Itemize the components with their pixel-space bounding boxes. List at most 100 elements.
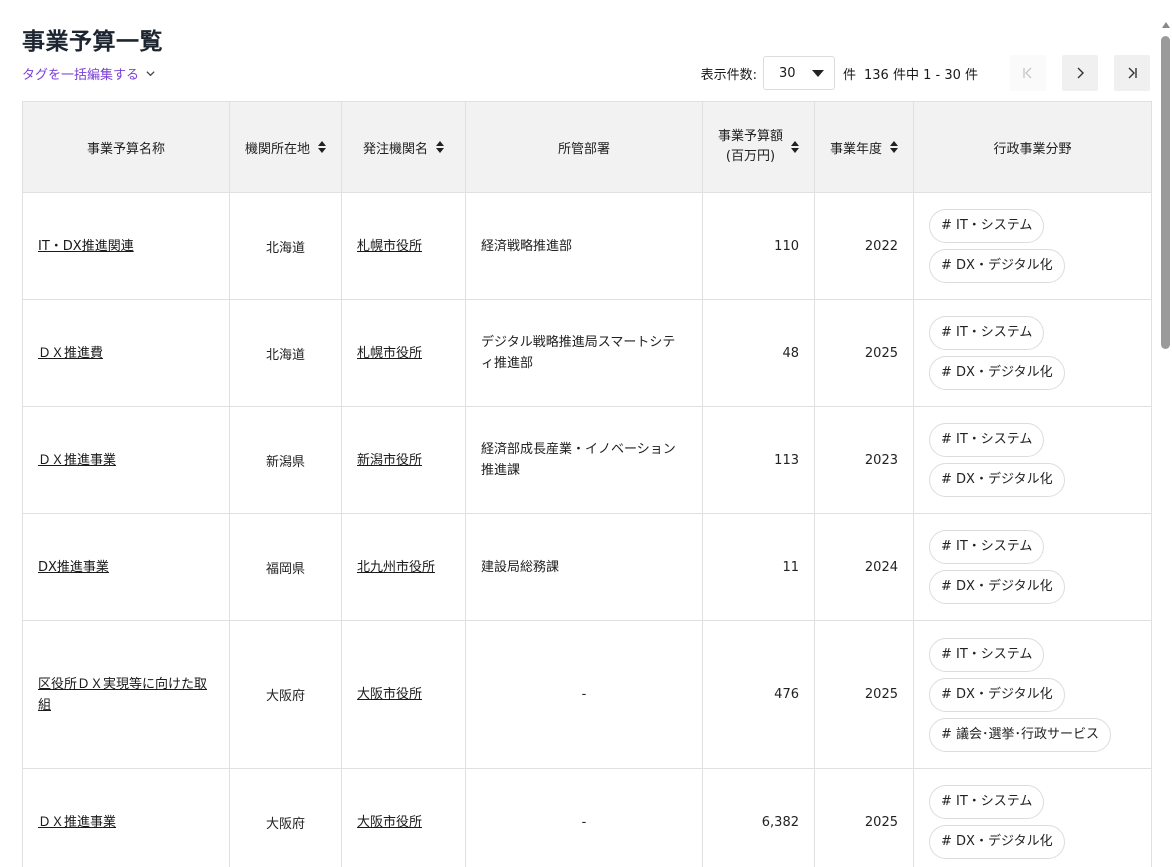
cell-dept: 経済部成長産業・イノベーション推進課 — [465, 406, 703, 514]
header-dept: 所管部署 — [465, 101, 703, 193]
cell-location: 北海道 — [229, 192, 342, 300]
cell-location: 新潟県 — [229, 406, 342, 514]
cell-location: 北海道 — [229, 299, 342, 407]
table-row: ＤＸ推進事業 大阪府 大阪市役所 -6,382 2025 # IT・システム # DX・デジ… — [22, 768, 1152, 867]
tag-list: # IT・システム # DX・デジタル化 — [929, 301, 1136, 405]
cell-dept: 経済戦略推進部 — [465, 192, 703, 300]
field-tag[interactable]: # 議会･選挙･行政サービス — [929, 717, 1112, 752]
header-year[interactable]: 事業年度 — [814, 101, 914, 193]
budget-name-link[interactable]: ＤＸ推進事業 — [38, 453, 116, 468]
field-tag[interactable]: # IT・システム — [929, 530, 1045, 564]
cell-amount: 113 — [702, 406, 815, 514]
budget-name-link[interactable]: 区役所ＤＸ実現等に向けた取組 — [38, 677, 207, 713]
bulk-edit-label: タグを一括編集する — [22, 68, 140, 83]
last-page-icon — [1128, 67, 1137, 79]
field-tag[interactable]: # IT・システム — [929, 423, 1045, 457]
chevron-down-icon — [146, 71, 155, 77]
header-location[interactable]: 機関所在地 — [229, 101, 342, 193]
field-tag[interactable]: # IT・システム — [929, 316, 1045, 350]
cell-dept: - — [465, 620, 703, 769]
cell-org: 札幌市役所 — [341, 192, 466, 300]
cell-org: 新潟市役所 — [341, 406, 466, 514]
field-tag[interactable]: # DX・デジタル化 — [929, 249, 1065, 283]
cell-org: 北九州市役所 — [341, 513, 466, 621]
cell-name: ＤＸ推進事業 — [22, 768, 230, 867]
tag-list: # IT・システム # DX・デジタル化 — [929, 770, 1136, 867]
vertical-scrollbar[interactable] — [1161, 22, 1170, 867]
sort-icon — [436, 141, 444, 153]
field-tag[interactable]: # DX・デジタル化 — [929, 677, 1065, 712]
cell-location: 福岡県 — [229, 513, 342, 621]
org-link[interactable]: 札幌市役所 — [357, 239, 422, 254]
org-link[interactable]: 北九州市役所 — [357, 560, 435, 575]
org-link[interactable]: 札幌市役所 — [357, 346, 422, 361]
tag-list: # IT・システム # DX・デジタル化 — [929, 194, 1136, 298]
bulk-edit-tags-toggle[interactable]: タグを一括編集する — [22, 64, 156, 83]
cell-location: 大阪府 — [229, 768, 342, 867]
cell-name: 区役所ＤＸ実現等に向けた取組 — [22, 620, 230, 769]
table-row: 区役所ＤＸ実現等に向けた取組 大阪府 大阪市役所 -476 2025 # IT・システム #… — [22, 620, 1152, 769]
org-link[interactable]: 大阪市役所 — [357, 815, 422, 830]
header-name: 事業予算名称 — [22, 101, 230, 193]
per-page-select[interactable]: 30 — [763, 56, 835, 90]
cell-org: 札幌市役所 — [341, 299, 466, 407]
budget-table: 事業予算名称 機関所在地 発注機関名 所管部署 事業予算額 (百万円) 事業年度 … — [22, 101, 1152, 867]
field-tag[interactable]: # DX・デジタル化 — [929, 570, 1065, 604]
tag-list: # IT・システム # DX・デジタル化 — [929, 515, 1136, 619]
org-link[interactable]: 大阪市役所 — [357, 687, 422, 702]
tag-list: # IT・システム # DX・デジタル化 # 議会･選挙･行政サービス — [929, 623, 1136, 767]
sort-icon — [791, 141, 799, 153]
budget-name-link[interactable]: DX推進事業 — [38, 560, 109, 575]
scroll-up-icon — [1161, 22, 1170, 28]
first-page-button[interactable] — [1010, 55, 1046, 91]
result-range: 136 件中 1 - 30 件 — [864, 67, 978, 83]
header-amount[interactable]: 事業予算額 (百万円) — [702, 101, 815, 193]
table-row: ＤＸ推進費 北海道 札幌市役所 デジタル戦略推進局スマートシティ推進部 48 2025 # … — [22, 299, 1152, 407]
budget-name-link[interactable]: ＤＸ推進事業 — [38, 815, 116, 830]
per-page-label: 表示件数: — [700, 67, 757, 83]
cell-name: ＤＸ推進事業 — [22, 406, 230, 514]
cell-year: 2025 — [814, 620, 914, 769]
cell-field: # IT・システム # DX・デジタル化 — [913, 768, 1152, 867]
cell-amount: 110 — [702, 192, 815, 300]
cell-year: 2025 — [814, 299, 914, 407]
cell-amount: 48 — [702, 299, 815, 407]
table-header-row: 事業予算名称 機関所在地 発注機関名 所管部署 事業予算額 (百万円) 事業年度 … — [22, 101, 1152, 193]
per-page-unit: 件 — [843, 67, 857, 83]
sort-icon — [318, 141, 326, 153]
cell-field: # IT・システム # DX・デジタル化 — [913, 299, 1152, 407]
cell-amount: 476 — [702, 620, 815, 769]
budget-name-link[interactable]: IT・DX推進関連 — [38, 239, 134, 254]
cell-org: 大阪市役所 — [341, 620, 466, 769]
field-tag[interactable]: # DX・デジタル化 — [929, 356, 1065, 390]
cell-year: 2023 — [814, 406, 914, 514]
header-org[interactable]: 発注機関名 — [341, 101, 466, 193]
field-tag[interactable]: # DX・デジタル化 — [929, 825, 1065, 859]
cell-name: DX推進事業 — [22, 513, 230, 621]
cell-field: # IT・システム # DX・デジタル化 — [913, 406, 1152, 514]
field-tag[interactable]: # DX・デジタル化 — [929, 463, 1065, 497]
cell-amount: 11 — [702, 513, 815, 621]
table-row: ＤＸ推進事業 新潟県 新潟市役所 経済部成長産業・イノベーション推進課 113 2023 #… — [22, 406, 1152, 514]
cell-year: 2022 — [814, 192, 914, 300]
org-link[interactable]: 新潟市役所 — [357, 453, 422, 468]
next-page-button[interactable] — [1062, 55, 1098, 91]
cell-field: # IT・システム # DX・デジタル化 # 議会･選挙･行政サービス — [913, 620, 1152, 769]
cell-name: ＤＸ推進費 — [22, 299, 230, 407]
last-page-button[interactable] — [1114, 55, 1150, 91]
sort-icon — [890, 141, 898, 153]
table-row: DX推進事業 福岡県 北九州市役所 建設局総務課 11 2024 # IT・システム # DX… — [22, 513, 1152, 621]
cell-dept: デジタル戦略推進局スマートシティ推進部 — [465, 299, 703, 407]
tag-list: # IT・システム # DX・デジタル化 — [929, 408, 1136, 512]
cell-field: # IT・システム # DX・デジタル化 — [913, 513, 1152, 621]
cell-dept: 建設局総務課 — [465, 513, 703, 621]
scrollbar-thumb[interactable] — [1161, 36, 1170, 349]
cell-year: 2024 — [814, 513, 914, 621]
field-tag[interactable]: # IT・システム — [929, 637, 1045, 672]
budget-name-link[interactable]: ＤＸ推進費 — [38, 346, 103, 361]
field-tag[interactable]: # IT・システム — [929, 785, 1045, 819]
field-tag[interactable]: # IT・システム — [929, 209, 1045, 243]
cell-year: 2025 — [814, 768, 914, 867]
page-title: 事業予算一覧 — [22, 29, 163, 55]
pagination-bar: 表示件数: 30 件 136 件中 1 - 30 件 — [701, 55, 1150, 91]
